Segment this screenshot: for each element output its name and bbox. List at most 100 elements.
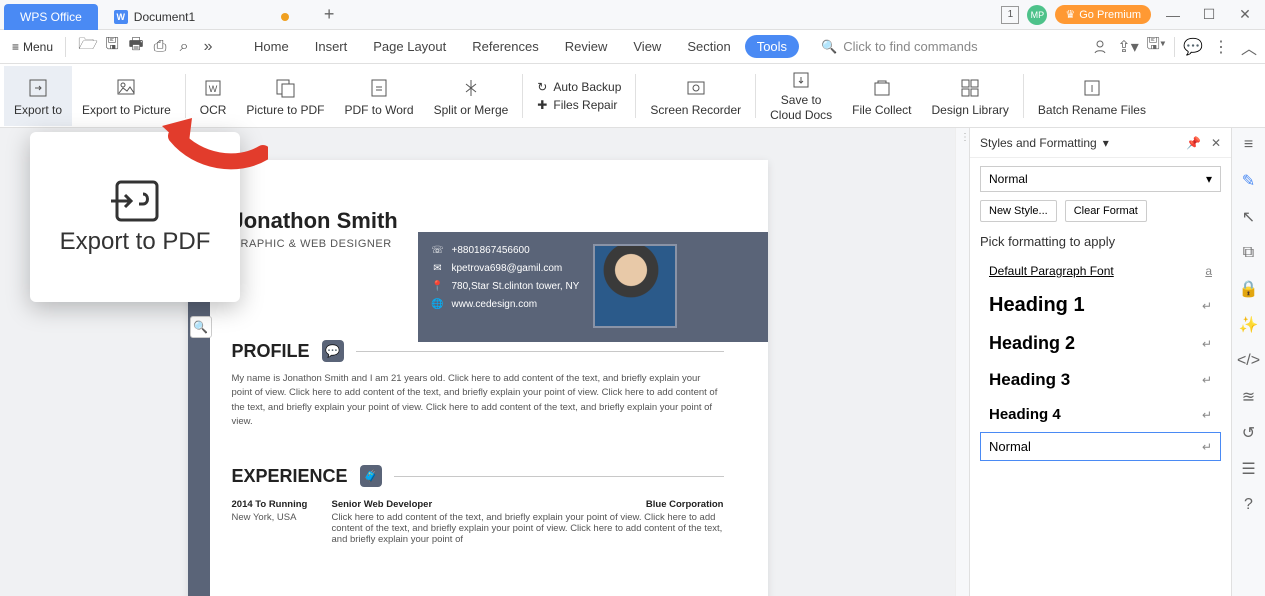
command-search[interactable]: 🔍 Click to find commands (821, 39, 978, 55)
menu-bar: ≡ Menu 🗁 🖫 🖶 ⎙ ⌕ » Home Insert Page Layo… (0, 30, 1265, 64)
user-avatar[interactable]: MP (1027, 5, 1047, 25)
current-style-select[interactable]: Normal ▾ (980, 166, 1221, 192)
file-collect-button[interactable]: File Collect (842, 66, 921, 126)
scroll-grip-icon: ⋮ (960, 132, 970, 143)
style-heading-3[interactable]: Heading 3 ↵ (980, 363, 1221, 397)
maximize-button[interactable]: ☐ (1195, 3, 1223, 27)
clear-format-button[interactable]: Clear Format (1065, 200, 1147, 222)
go-premium-button[interactable]: ♛ Go Premium (1055, 5, 1151, 24)
title-bar: WPS Office W Document1 + 1 MP ♛ Go Premi… (0, 0, 1265, 30)
rail-collapse-icon[interactable]: ≡ (1238, 134, 1260, 156)
rail-select-icon[interactable]: ↖ (1238, 206, 1260, 228)
pick-formatting-label: Pick formatting to apply (970, 230, 1231, 257)
style-normal[interactable]: Normal ↵ (980, 432, 1221, 461)
rail-lock-icon[interactable]: 🔒 (1238, 278, 1260, 300)
cloud-icon (788, 69, 814, 91)
pin-icon[interactable]: 📌 (1186, 136, 1201, 150)
save-dropdown-icon[interactable]: 🖫▾ (1146, 37, 1166, 57)
rail-history-icon[interactable]: ↺ (1238, 422, 1260, 444)
more-icon[interactable]: ⋮ (1211, 37, 1231, 57)
open-icon[interactable]: 🗁 (78, 37, 98, 57)
pdf-to-word-button[interactable]: PDF to Word (334, 66, 423, 126)
rail-sliders-icon[interactable]: ≊ (1238, 386, 1260, 408)
style-heading-2[interactable]: Heading 2 ↵ (980, 326, 1221, 361)
rail-sparkle-icon[interactable]: ✨ (1238, 314, 1260, 336)
hamburger-icon: ≡ (12, 40, 19, 54)
menu-insert[interactable]: Insert (303, 35, 360, 58)
rail-list-icon[interactable]: ☰ (1238, 458, 1260, 480)
document-title: Document1 (134, 10, 195, 24)
ocr-icon: W (200, 75, 226, 101)
svg-text:I: I (1091, 84, 1094, 95)
menu-home[interactable]: Home (242, 35, 301, 58)
split-merge-button[interactable]: Split or Merge (424, 66, 519, 126)
export-to-button[interactable]: Export to (4, 66, 72, 126)
menu-view[interactable]: View (621, 35, 673, 58)
document-tab[interactable]: W Document1 (98, 4, 305, 30)
style-default-paragraph[interactable]: Default Paragraph Font a (980, 257, 1221, 285)
comment-icon[interactable]: 💬 (1183, 37, 1203, 57)
app-tab[interactable]: WPS Office (4, 4, 98, 30)
exp-period: 2014 To Running (232, 499, 332, 510)
vertical-scrollbar[interactable]: ⋮ (955, 128, 969, 596)
exp-company: Blue Corporation (614, 499, 724, 510)
collapse-ribbon-icon[interactable]: ︿ (1239, 37, 1259, 57)
close-panel-icon[interactable]: ✕ (1211, 136, 1221, 150)
globe-icon: 🌐 (432, 298, 444, 310)
rail-clipboard-icon[interactable]: ⧉ (1238, 242, 1260, 264)
save-to-cloud-button[interactable]: Save to Cloud Docs (760, 66, 842, 126)
notification-badge[interactable]: 1 (1001, 6, 1019, 24)
print-preview-icon[interactable]: ⎙ (150, 37, 170, 57)
rail-code-icon[interactable]: </> (1238, 350, 1260, 372)
unsaved-indicator-icon (281, 13, 289, 21)
menu-tools[interactable]: Tools (745, 35, 799, 58)
design-library-button[interactable]: Design Library (922, 66, 1019, 126)
find-button[interactable]: 🔍 (190, 316, 212, 338)
crown-icon: ♛ (1065, 8, 1075, 21)
profile-badge-icon: 💬 (322, 340, 344, 362)
document-page[interactable]: 🔍 Jonathon Smith GRAPHIC & WEB DESIGNER … (188, 160, 768, 596)
menu-page-layout[interactable]: Page Layout (361, 35, 458, 58)
menu-section[interactable]: Section (675, 35, 742, 58)
style-heading-4[interactable]: Heading 4 ↵ (980, 399, 1221, 430)
exp-location: New York, USA (232, 512, 332, 545)
batch-rename-button[interactable]: I Batch Rename Files (1028, 66, 1156, 126)
svg-text:W: W (209, 84, 218, 94)
pdf-word-icon (366, 75, 392, 101)
zoom-icon[interactable]: ⌕ (174, 37, 194, 57)
menu-references[interactable]: References (460, 35, 550, 58)
rail-help-icon[interactable]: ? (1238, 494, 1260, 516)
red-arrow-annotation (158, 108, 268, 178)
save-icon[interactable]: 🖫 (102, 37, 122, 57)
files-repair-button[interactable]: ✚ Files Repair (537, 98, 621, 112)
batch-rename-icon: I (1079, 75, 1105, 101)
minimize-button[interactable]: ― (1159, 3, 1187, 27)
resume-name: Jonathon Smith (188, 160, 768, 238)
chevron-down-icon: ▾ (1206, 172, 1212, 186)
screen-recorder-button[interactable]: Screen Recorder (640, 66, 751, 126)
repair-icon: ✚ (537, 98, 547, 112)
panel-title: Styles and Formatting (980, 136, 1097, 150)
upload-icon[interactable]: ⇪▾ (1118, 37, 1138, 57)
export-icon (25, 75, 51, 101)
pic-pdf-icon (272, 75, 298, 101)
email-icon: ✉ (432, 262, 444, 274)
main-menu-button[interactable]: ≡ Menu (6, 36, 59, 58)
dropdown-icon[interactable]: ▾ (1103, 136, 1109, 150)
doc-type-icon: W (114, 10, 128, 24)
close-button[interactable]: ✕ (1231, 3, 1259, 27)
more-qat-icon[interactable]: » (198, 37, 218, 57)
file-collect-icon (869, 75, 895, 101)
exp-role: Senior Web Developer (332, 499, 614, 510)
rail-edit-icon[interactable]: ✎ (1238, 170, 1260, 192)
auto-backup-button[interactable]: ↻ Auto Backup (537, 80, 621, 94)
new-tab-button[interactable]: + (317, 3, 341, 27)
new-style-button[interactable]: New Style... (980, 200, 1057, 222)
style-heading-1[interactable]: Heading 1 ↵ (980, 287, 1221, 324)
share-icon[interactable] (1090, 37, 1110, 57)
print-icon[interactable]: 🖶 (126, 37, 146, 57)
menu-review[interactable]: Review (553, 35, 620, 58)
profile-photo (593, 244, 677, 328)
split-merge-icon (458, 75, 484, 101)
search-icon: 🔍 (821, 39, 837, 55)
